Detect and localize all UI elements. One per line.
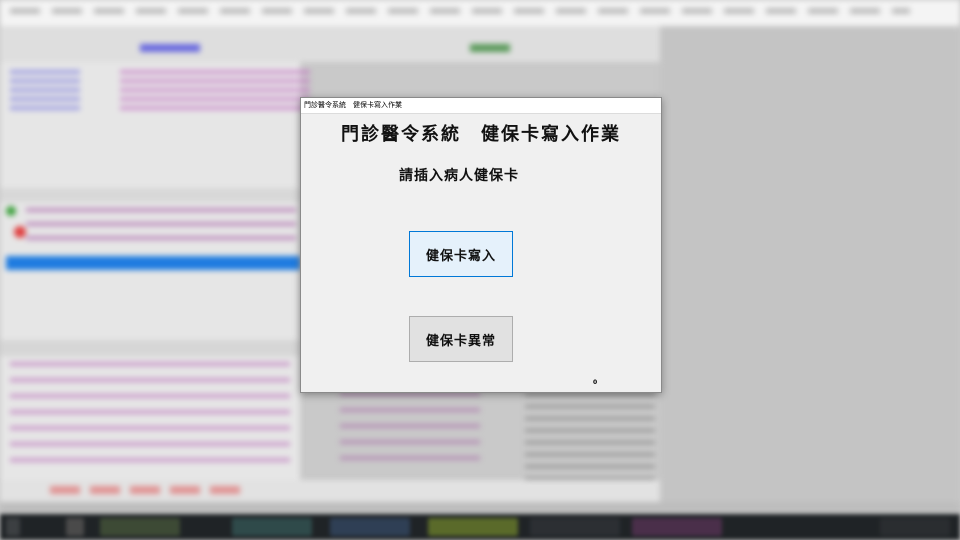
bg-row-icon-red	[14, 226, 26, 238]
taskbar-app-6[interactable]	[530, 518, 620, 536]
nhi-card-write-dialog: 門診醫令系統 健保卡寫入作業 門診醫令系統 健保卡寫入作業 請插入病人健保卡 健…	[300, 97, 662, 393]
bg-side-widget	[525, 392, 655, 482]
bg-notice-lines	[120, 70, 310, 110]
taskbar-app-2[interactable]	[100, 518, 180, 536]
taskbar-app-4[interactable]	[330, 518, 410, 536]
bg-toolbar-accent-2	[470, 44, 510, 52]
dialog-title: 門診醫令系統 健保卡寫入作業	[301, 98, 661, 114]
write-card-button[interactable]: 健保卡寫入	[409, 231, 513, 277]
dialog-heading: 門診醫令系統 健保卡寫入作業	[341, 124, 621, 145]
write-card-button-label: 健保卡寫入	[425, 248, 496, 264]
taskbar-start-button[interactable]	[6, 518, 20, 536]
bg-lower-right-lines	[340, 392, 480, 472]
taskbar	[0, 514, 960, 540]
status-counter: 0	[593, 379, 598, 386]
bg-info-lines	[10, 70, 80, 110]
taskbar-app-7[interactable]	[632, 518, 722, 536]
bg-table-rows	[26, 208, 296, 248]
bg-toolbar-accent	[140, 44, 200, 52]
bg-lower-table-header	[0, 340, 300, 356]
insert-card-prompt: 請插入病人健保卡	[399, 168, 519, 184]
bg-menubar-text	[10, 8, 910, 14]
taskbar-app-5[interactable]	[428, 518, 518, 536]
bg-row-icon-green	[6, 206, 16, 216]
card-error-button-label: 健保卡異常	[425, 333, 496, 349]
card-error-button[interactable]: 健保卡異常	[409, 316, 513, 362]
taskbar-app-3[interactable]	[232, 518, 312, 536]
bg-table-header	[0, 188, 300, 202]
bg-lower-table-rows	[10, 362, 290, 472]
bg-lower-strip	[0, 502, 960, 514]
bg-right-panel	[660, 26, 960, 514]
bg-toolbar	[0, 26, 660, 62]
bg-selected-row	[6, 256, 300, 270]
taskbar-app-1[interactable]	[66, 518, 84, 536]
bg-status-chips	[50, 486, 240, 494]
taskbar-tray	[880, 518, 950, 536]
